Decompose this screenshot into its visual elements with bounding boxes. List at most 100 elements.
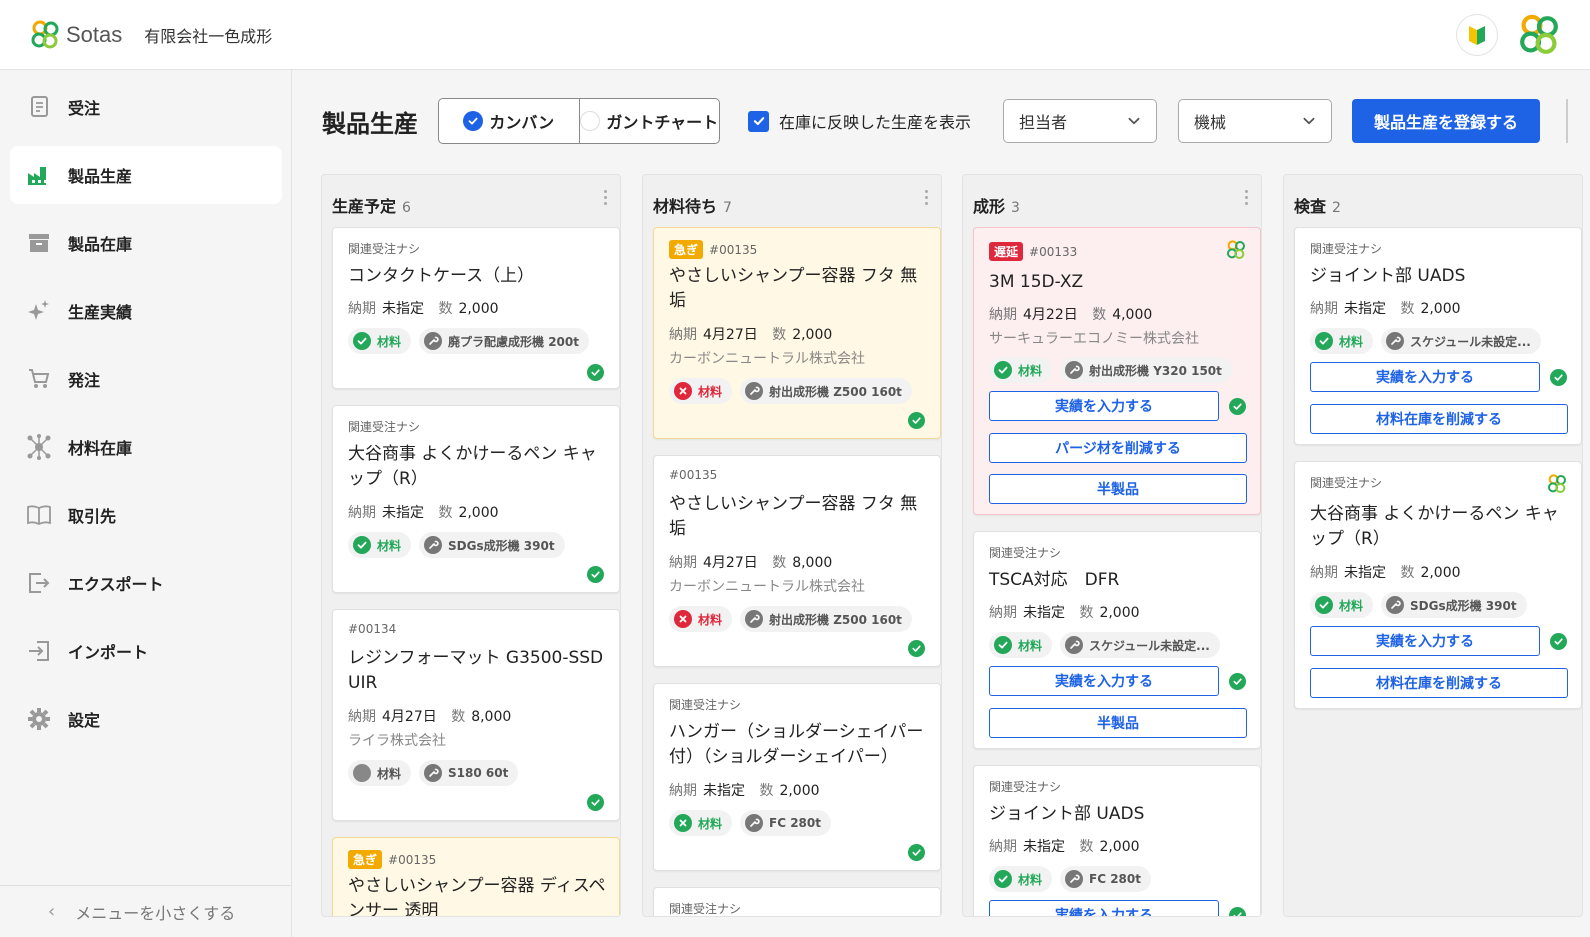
card-order-ref: 関連受注ナシ <box>1310 242 1383 256</box>
kanban-column-molding: 成形 3 遅延 #00133 3M 15D-XZ 納期 4月22日 数 4,000 サー… <box>962 174 1262 917</box>
sidebar-item-partners[interactable]: 取引先 <box>10 486 282 544</box>
kanban-card[interactable]: #00134 レジンフォーマット G3500-SSD UIR 納期 4月27日 数… <box>332 609 620 821</box>
sidebar-item-material-stock[interactable]: 材料在庫 <box>10 418 282 476</box>
checkbox-checked-icon <box>748 110 769 132</box>
page-title: 製品生産 <box>322 110 418 138</box>
machine-chip: スケジュール未設定... <box>1060 632 1220 658</box>
kanban-card[interactable]: #00135 やさしいシャンプー容器 フタ 無垢 納期 4月27日 数 8,000 … <box>653 455 941 667</box>
register-production-button[interactable]: 製品生産を登録する <box>1352 99 1540 143</box>
sidebar-item-label: エクスポート <box>68 575 164 594</box>
material-chip: 材料 <box>989 357 1053 383</box>
checkbox-label: 在庫に反映した生産を表示 <box>779 113 972 132</box>
enter-results-button[interactable]: 実績を入力する <box>989 391 1219 421</box>
kanban-card[interactable]: 関連受注ナシ TSCA対応 DFR 納期 未指定 数 2,000 材料 スケジュール… <box>973 531 1261 749</box>
semi-product-button[interactable]: 半製品 <box>989 708 1247 738</box>
sidebar-item-production[interactable]: 製品生産 <box>10 146 282 204</box>
document-icon <box>26 94 52 120</box>
reduce-material-stock-button[interactable]: 材料在庫を削減する <box>1310 404 1568 434</box>
beginner-mark-button[interactable] <box>1456 14 1498 56</box>
reduce-purge-button[interactable]: パージ材を削減する <box>989 433 1247 463</box>
sidebar-item-settings[interactable]: 設定 <box>10 690 282 748</box>
kanban-card[interactable]: 遅延 #00133 3M 15D-XZ 納期 4月22日 数 4,000 サーキュラー… <box>973 227 1261 515</box>
semi-product-button[interactable]: 半製品 <box>989 474 1247 504</box>
archive-box-icon <box>26 230 52 256</box>
card-title: レジンフォーマット G3500-SSD UIR <box>348 648 604 693</box>
kanban-card[interactable]: 急ぎ #00135 やさしいシャンプー容器 フタ 無垢 納期 4月27日 数 2,00… <box>653 227 941 439</box>
column-title: 成形 <box>973 197 1006 216</box>
due-date: 未指定 <box>1023 839 1065 855</box>
machine-chip: SDGs成形機 390t <box>419 532 565 558</box>
due-date: 未指定 <box>382 505 424 521</box>
sidebar-item-label: 生産実績 <box>68 303 133 322</box>
due-date: 未指定 <box>1344 301 1386 317</box>
gear-icon <box>26 706 52 732</box>
collapse-menu-button[interactable]: ‹ メニューを小さくする <box>0 885 291 937</box>
column-menu-icon[interactable] <box>925 187 931 208</box>
quantity: 2,000 <box>458 301 499 317</box>
check-circle-icon <box>1229 673 1246 690</box>
kanban-column-scheduled: 生産予定 6 関連受注ナシ コンタクトケース（上） 納期 未指定 数 2,000 材料… <box>321 174 621 917</box>
assignee-select[interactable]: 担当者 <box>1003 99 1157 143</box>
enter-results-button[interactable]: 実績を入力する <box>1310 626 1540 656</box>
card-meta: 納期 4月27日 数 8,000 <box>669 555 833 571</box>
kanban-card[interactable]: 関連受注ナシ <box>653 887 941 916</box>
brand-logo[interactable]: Sotas <box>30 20 122 50</box>
quantity: 2,000 <box>1099 839 1140 855</box>
machine-chip: 射出成形機 Z500 160t <box>740 378 912 404</box>
enter-results-button[interactable]: 実績を入力する <box>989 900 1219 916</box>
sidebar-item-label: 受注 <box>68 99 101 118</box>
sidebar-item-orders[interactable]: 受注 <box>10 78 282 136</box>
reduce-material-stock-button[interactable]: 材料在庫を削減する <box>1310 668 1568 698</box>
wrench-icon <box>1065 636 1084 654</box>
wrench-icon <box>745 382 764 400</box>
machine-select-value: 機械 <box>1194 113 1227 132</box>
enter-results-button[interactable]: 実績を入力する <box>1310 362 1540 392</box>
wrench-icon <box>1065 870 1084 888</box>
sidebar-item-label: 取引先 <box>68 507 117 526</box>
sidebar-item-import[interactable]: インポート <box>10 622 282 680</box>
enter-results-button[interactable]: 実績を入力する <box>989 666 1219 696</box>
kanban-card[interactable]: 関連受注ナシ ハンガー（ショルダーシェイパー付）（ショルダーシェイパー） 納期未… <box>653 683 941 871</box>
card-company: サーキュラーエコノミー株式会社 <box>989 331 1199 347</box>
due-date: 4月27日 <box>382 709 437 725</box>
kanban-card[interactable]: 関連受注ナシ ジョイント部 UADS 納期 未指定 数 2,000 材料 スケジュー… <box>1294 227 1582 445</box>
material-chip: 材料 <box>669 378 733 404</box>
molecule-icon <box>26 434 52 460</box>
column-menu-icon[interactable] <box>1245 187 1251 208</box>
delayed-badge: 遅延 <box>989 242 1024 261</box>
show-stock-reflected-checkbox[interactable]: 在庫に反映した生産を表示 <box>748 109 971 133</box>
user-avatar-icon[interactable] <box>1518 14 1560 56</box>
due-date: 未指定 <box>703 783 745 799</box>
kanban-card[interactable]: 関連受注ナシ 大谷商事 よくかけーるペン キャップ（R） 納期 未指定 数 2,00… <box>1294 461 1582 709</box>
check-circle-icon <box>353 536 371 554</box>
sidebar-item-export[interactable]: エクスポート <box>10 554 282 612</box>
card-meta: 納期 未指定 数 2,000 <box>348 301 499 317</box>
column-title: 生産予定 <box>332 197 397 216</box>
card-meta: 納期 未指定 数 2,000 <box>1310 301 1461 317</box>
check-circle-icon <box>1315 332 1333 350</box>
kanban-card[interactable]: 関連受注ナシ ジョイント部 UADS 納期 未指定 数 2,000 材料 FC 28… <box>973 765 1261 916</box>
wrench-icon <box>1386 332 1405 350</box>
check-circle-icon <box>1229 907 1246 916</box>
sidebar-item-production-results[interactable]: 生産実績 <box>10 282 282 340</box>
column-menu-icon[interactable] <box>604 187 610 208</box>
kanban-card[interactable]: 関連受注ナシ コンタクトケース（上） 納期 未指定 数 2,000 材料 廃プラ配慮… <box>332 227 620 389</box>
sidebar-item-product-stock[interactable]: 製品在庫 <box>10 214 282 272</box>
quantity: 2,000 <box>458 505 499 521</box>
card-company: カーボンニュートラル株式会社 <box>669 579 865 595</box>
quantity: 2,000 <box>1420 565 1461 581</box>
view-toggle: カンバン ガントチャート <box>438 98 720 144</box>
kanban-card[interactable]: 関連受注ナシ 大谷商事 よくかけーるペン キャップ（R） 納期 未指定 数 2,00… <box>332 405 620 593</box>
sidebar-item-purchase[interactable]: 発注 <box>10 350 282 408</box>
check-circle-icon <box>587 794 604 811</box>
machine-select[interactable]: 機械 <box>1178 99 1332 143</box>
sotas-logo-icon <box>1226 240 1246 260</box>
card-meta: 納期 4月27日 数 8,000 <box>348 709 512 725</box>
quantity: 2,000 <box>1099 605 1140 621</box>
view-option-label: カンバン <box>489 113 555 132</box>
beginner-mark-icon <box>1469 26 1485 45</box>
material-chip: 材料 <box>348 760 412 786</box>
kanban-card[interactable]: 急ぎ #00135 やさしいシャンプー容器 ディスペンサー 透明 <box>332 837 620 916</box>
view-option-gantt[interactable]: ガントチャート <box>580 99 720 143</box>
view-option-kanban[interactable]: カンバン <box>439 99 580 143</box>
